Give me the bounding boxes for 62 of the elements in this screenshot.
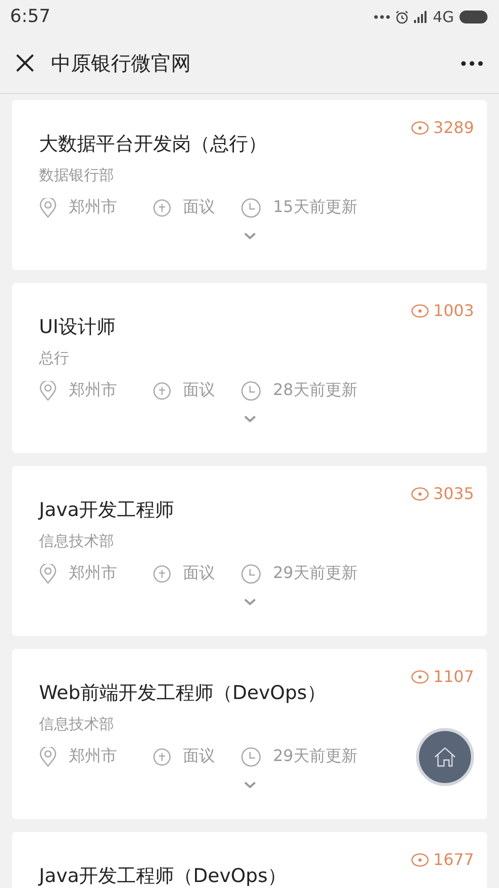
view-count: 1677 — [433, 850, 474, 869]
city-label: 郑州市 — [69, 380, 118, 401]
job-card[interactable]: 1677 Java开发工程师（DevOps） — [12, 832, 487, 888]
view-count: 3289 — [433, 118, 474, 137]
job-title: Java开发工程师 — [39, 498, 174, 522]
updated-label: 29天前更新 — [273, 746, 358, 767]
job-title: Java开发工程师（DevOps） — [39, 864, 287, 888]
job-title: Web前端开发工程师（DevOps） — [39, 681, 326, 705]
salary-label: 面议 — [183, 380, 216, 401]
job-title: UI设计师 — [39, 315, 116, 339]
job-card[interactable]: 3289 大数据平台开发岗（总行） 数据银行部 郑州市 面议 15天前更新 — [12, 100, 487, 270]
department-label: 信息技术部 — [39, 532, 114, 551]
eye-icon — [411, 486, 430, 500]
updated-label: 28天前更新 — [273, 380, 358, 401]
eye-icon — [411, 304, 430, 318]
more-icon[interactable] — [461, 60, 483, 66]
more-dots-icon — [374, 14, 390, 18]
chevron-down-icon[interactable] — [244, 415, 256, 423]
close-icon[interactable] — [16, 54, 34, 72]
salary-label: 面议 — [183, 746, 216, 767]
signal-icon — [414, 10, 428, 22]
status-time: 6:57 — [10, 6, 50, 27]
salary-label: 面议 — [183, 197, 216, 218]
view-count: 3035 — [433, 484, 474, 503]
chevron-down-icon[interactable] — [244, 232, 256, 240]
updated-label: 15天前更新 — [273, 197, 358, 218]
job-card[interactable]: 1107 Web前端开发工程师（DevOps） 信息技术部 郑州市 面议 29天前更新 — [12, 649, 487, 819]
network-label: 4G — [432, 8, 454, 26]
eye-icon — [411, 670, 430, 684]
city-label: 郑州市 — [69, 746, 118, 767]
battery-icon — [459, 10, 489, 24]
updated-label: 29天前更新 — [273, 563, 358, 584]
salary-label: 面议 — [183, 563, 216, 584]
clock-icon — [241, 746, 261, 766]
coin-icon — [153, 198, 171, 216]
coin-icon — [153, 564, 171, 582]
coin-icon — [153, 748, 171, 766]
department-label: 数据银行部 — [39, 166, 114, 185]
job-card[interactable]: 1003 UI设计师 总行 郑州市 面议 28天前更新 — [12, 283, 487, 453]
clock-icon — [241, 198, 261, 218]
eye-icon — [411, 120, 430, 134]
eye-icon — [411, 852, 430, 866]
city-label: 郑州市 — [69, 563, 118, 584]
chevron-down-icon[interactable] — [244, 781, 256, 789]
location-pin-icon — [39, 564, 57, 584]
view-count: 1003 — [433, 301, 474, 320]
job-card[interactable]: 3035 Java开发工程师 信息技术部 郑州市 面议 29天前更新 — [12, 466, 487, 636]
home-icon — [434, 747, 456, 767]
department-label: 信息技术部 — [39, 715, 114, 734]
department-label: 总行 — [39, 349, 69, 368]
location-pin-icon — [39, 198, 57, 218]
page-title: 中原银行微官网 — [51, 50, 192, 76]
alarm-icon — [394, 10, 409, 24]
location-pin-icon — [39, 746, 57, 766]
location-pin-icon — [39, 380, 57, 400]
city-label: 郑州市 — [69, 197, 118, 218]
clock-icon — [241, 564, 261, 584]
clock-icon — [241, 380, 261, 400]
chevron-down-icon[interactable] — [244, 598, 256, 606]
job-title: 大数据平台开发岗（总行） — [39, 132, 267, 156]
view-count: 1107 — [433, 667, 474, 686]
coin-icon — [153, 382, 171, 400]
